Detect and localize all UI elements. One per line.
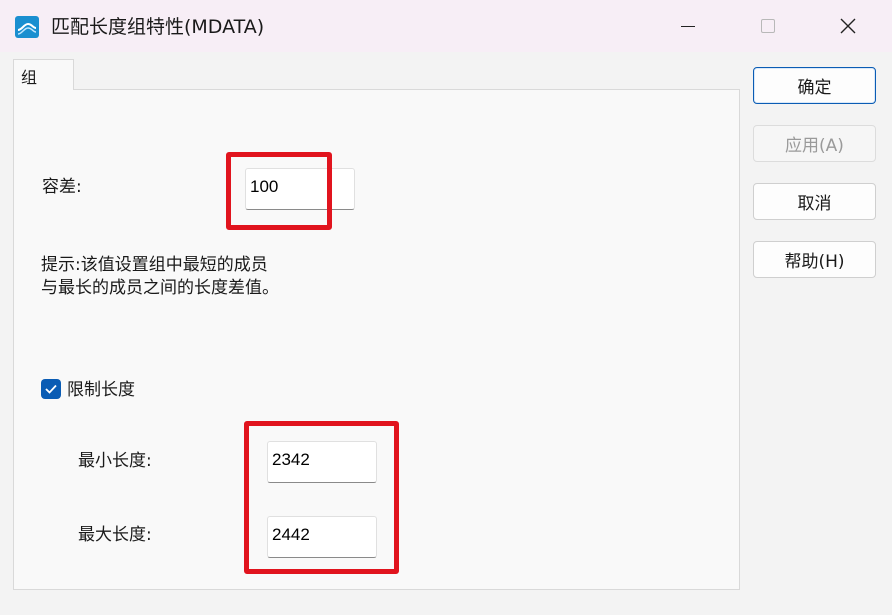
hint-line-2: 与最长的成员之间的长度差值。 [41,278,279,298]
limit-length-checkbox[interactable] [41,379,61,399]
highlight-box [244,421,399,574]
help-button[interactable]: 帮助(H) [753,241,876,278]
cancel-button[interactable]: 取消 [753,183,876,220]
limit-length-label: 限制长度 [67,380,135,400]
close-button[interactable] [808,0,888,52]
min-length-label: 最小长度: [78,451,152,471]
maximize-icon [761,19,775,33]
tab-group[interactable]: 组 [13,59,74,90]
ok-button[interactable]: 确定 [753,67,876,104]
tab-label: 组 [21,68,38,87]
tolerance-label: 容差: [42,177,82,197]
hint-text: 提示:该值设置组中最短的成员 与最长的成员之间的长度差值。 [41,254,279,300]
checkmark-icon [45,384,57,394]
hint-line-1: 提示:该值设置组中最短的成员 [41,255,268,275]
max-length-label: 最大长度: [78,525,152,545]
highlight-box [226,152,332,230]
maximize-button[interactable] [728,0,808,52]
chart-line-icon [15,16,39,38]
minimize-icon [681,25,695,27]
window-title: 匹配长度组特性(MDATA) [51,16,265,38]
title-bar[interactable]: 匹配长度组特性(MDATA) [0,0,892,52]
apply-button[interactable]: 应用(A) [753,125,876,162]
close-icon [840,18,856,34]
minimize-button[interactable] [648,0,728,52]
